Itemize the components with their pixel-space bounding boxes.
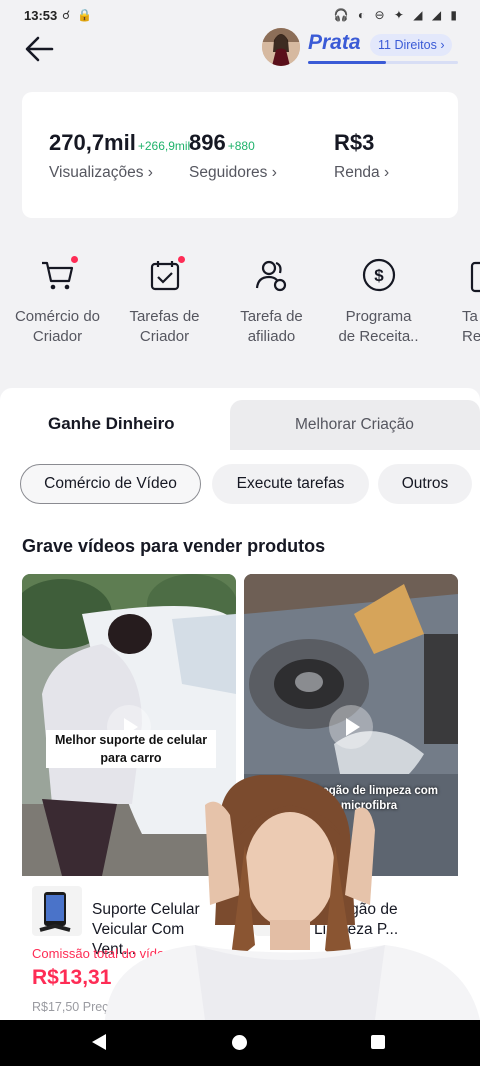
play-icon[interactable] [329,705,373,749]
status-time: 13:53 [24,8,58,23]
tool-label: Tarefa de [240,308,303,325]
chip-execute-tasks[interactable]: Execute tarefas [212,464,369,504]
product-image [32,886,82,936]
rights-label: 11 Direitos [378,38,437,52]
stat-label: Visualizações › [49,164,153,181]
stat-label: Seguidores › [189,164,277,181]
tool-label: Criador [32,328,83,345]
people-link-icon [255,260,286,292]
chip-others[interactable]: Outros [378,464,472,504]
stat-value: 270,7mil [49,130,136,155]
tool-creator-commerce[interactable]: Comércio do Criador [4,255,111,347]
tool-label: Remu [462,328,480,345]
money-icon: $ [362,258,395,292]
stat-delta: +880 [227,139,255,153]
tab-earn-money[interactable]: Ganhe Dinheiro [48,414,175,434]
chip-video-commerce[interactable]: Comércio de Vídeo [20,464,201,504]
tool-label: Criador [139,328,190,345]
tool-label: afiliado [247,328,296,345]
tool-label: Ta [462,308,478,325]
notification-dot [177,256,185,263]
video-caption: Melhor suporte de celular para carro [46,730,216,768]
tier-progress-bar [308,61,458,64]
stat-value: 896 [189,130,226,155]
nav-home-icon[interactable] [232,1035,247,1050]
tool-creator-tasks[interactable]: Tarefas de Criador [111,255,218,347]
overlay-person-image [105,775,480,1020]
stat-delta: +266,9mil [137,139,191,153]
avatar[interactable] [262,28,300,66]
status-left-icons: ☌ 🔒 [62,8,95,22]
system-nav-bar [0,1020,480,1066]
phone-mount-icon [39,892,71,932]
tool-rewards[interactable]: Ta Remu [430,255,480,347]
stat-income[interactable]: R$3 Renda › [334,130,389,182]
rights-button[interactable]: 11 Direitos › [370,34,453,56]
status-right-icons: 🎧 ◐ ⊖ ✦ ◢ ◢ ▮ [333,8,460,22]
tool-revenue-program[interactable]: $ Programa de Receita.. [325,255,432,347]
tool-label: Comércio do [14,308,101,325]
notification-dot [70,256,78,263]
tool-label: de Receita.. [338,328,419,345]
chevron-right-icon: › [440,38,445,52]
tier-name[interactable]: Prata [308,31,361,55]
back-arrow-icon[interactable] [22,32,56,66]
top-bar: Prata 11 Direitos › [0,28,480,72]
tools-row: Comércio do Criador Tarefas de Criador Tar… [0,255,480,365]
tool-affiliate-task[interactable]: Tarefa de afiliado [218,255,325,347]
tab-improve-creation[interactable]: Melhorar Criação [295,416,414,434]
tool-label: Tarefas de [129,308,200,325]
nav-back-icon[interactable] [92,1034,106,1050]
phone-icon [470,261,480,293]
tool-label: Programa [345,308,412,325]
stat-followers[interactable]: 896 +880 Seguidores › [189,130,277,182]
stat-value: R$3 [334,130,375,155]
stats-card: 270,7mil +266,9mil Visualizações › 896 +88… [22,92,458,218]
tier-progress-fill [308,61,386,64]
stat-label: Renda › [334,164,390,181]
nav-recents-icon[interactable] [371,1035,385,1049]
commission-value: R$13,31 [32,966,112,989]
stat-views[interactable]: 270,7mil +266,9mil Visualizações › [49,130,190,182]
svg-text:$: $ [374,266,384,285]
avatar-photo-icon [262,28,300,66]
section-title: Grave vídeos para vender produtos [22,536,326,556]
